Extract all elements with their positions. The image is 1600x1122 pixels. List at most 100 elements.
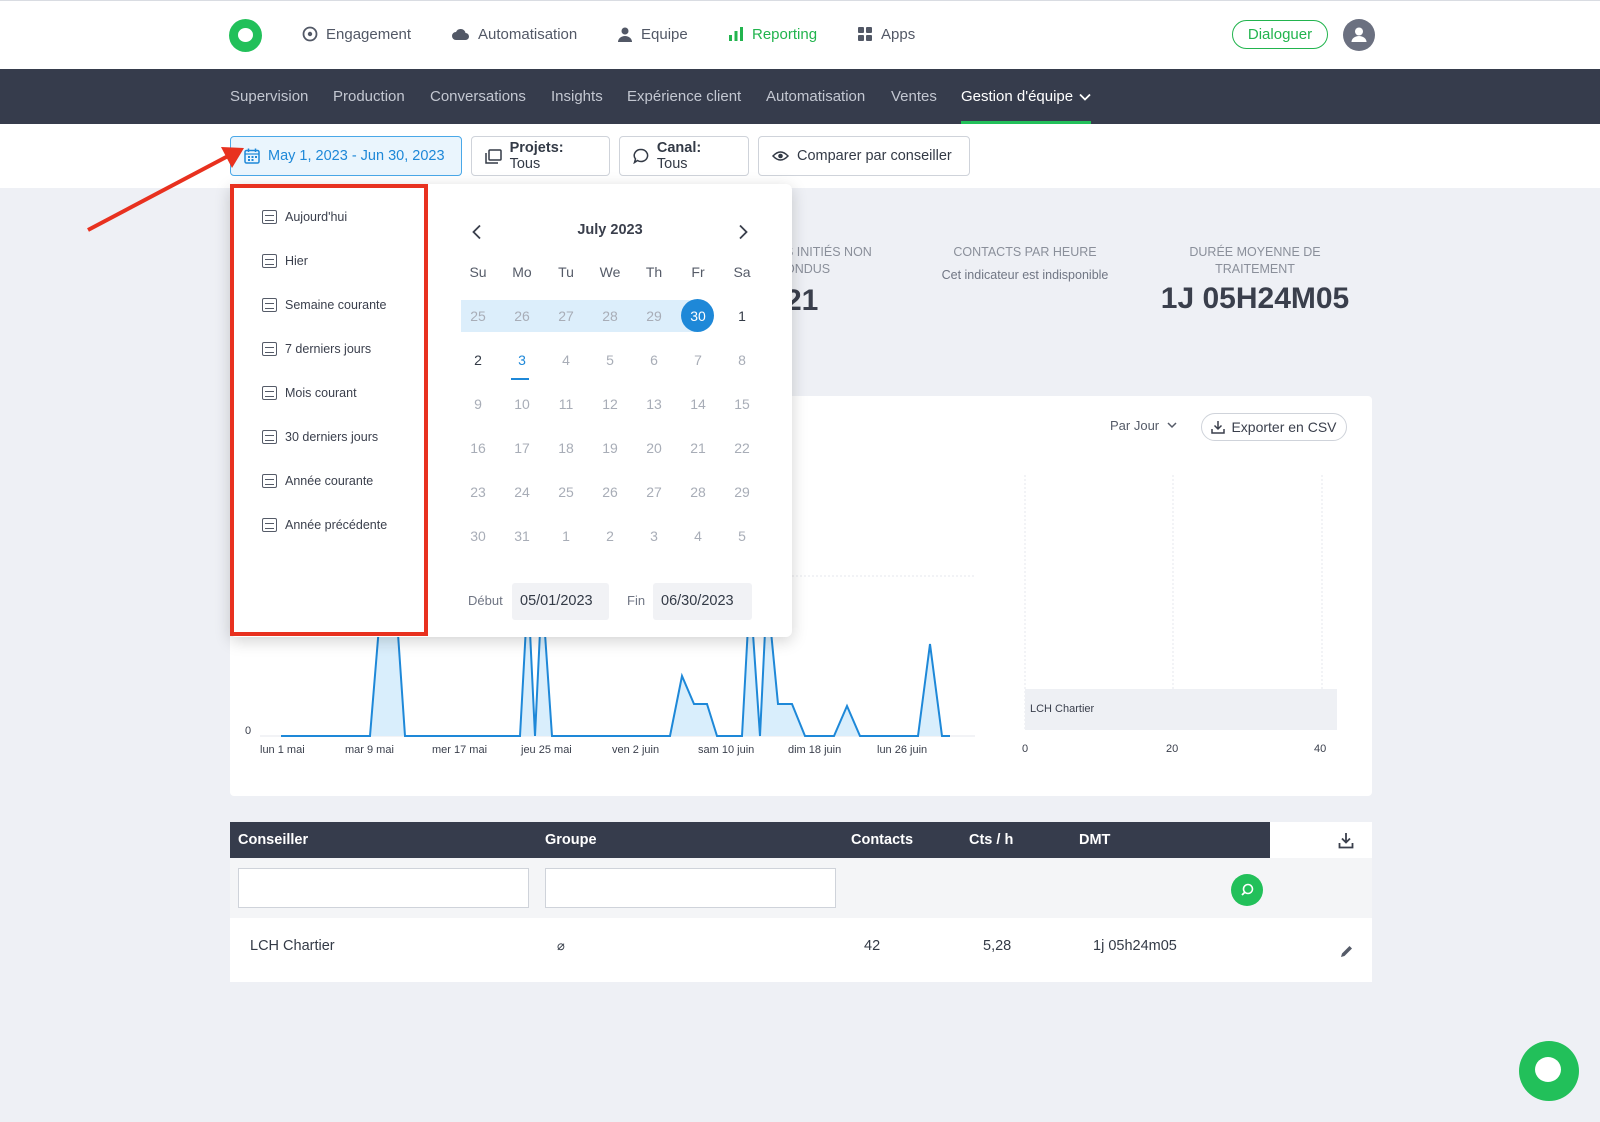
th-groupe[interactable]: Groupe <box>545 822 597 858</box>
stat-dmt-title-line1: DURÉE MOYENNE DE <box>1189 245 1321 259</box>
calendar-day[interactable]: 5 <box>588 344 632 376</box>
th-dmt[interactable]: DMT <box>1079 822 1110 858</box>
subnav-experience-client[interactable]: Expérience client <box>627 69 741 124</box>
preset-current-week[interactable]: Semaine courante <box>262 295 386 315</box>
nav-equipe[interactable]: Equipe <box>617 0 688 68</box>
table-download-icon[interactable] <box>1338 832 1354 849</box>
calendar-day[interactable]: 16 <box>456 432 500 464</box>
subnav-gestion-equipe[interactable]: Gestion d'équipe <box>961 69 1091 124</box>
previous-month-button[interactable] <box>471 224 483 240</box>
nav-automatisation[interactable]: Automatisation <box>452 0 577 68</box>
th-conseiller[interactable]: Conseiller <box>238 822 308 858</box>
calendar-day[interactable]: 9 <box>456 388 500 420</box>
preset-current-month[interactable]: Mois courant <box>262 383 357 403</box>
calendar-day[interactable]: 10 <box>500 388 544 420</box>
subnav-production[interactable]: Production <box>333 69 405 124</box>
calendar-day[interactable]: 29 <box>720 476 764 508</box>
calendar-day[interactable]: 27 <box>544 300 588 332</box>
calendar-day[interactable]: 7 <box>676 344 720 376</box>
date-range-button[interactable]: May 1, 2023 - Jun 30, 2023 <box>230 136 462 176</box>
edit-pencil-icon[interactable] <box>1340 944 1354 958</box>
calendar-day[interactable]: 25 <box>456 300 500 332</box>
calendar-day[interactable]: 15 <box>720 388 764 420</box>
channel-filter-button[interactable]: Canal: Tous <box>619 136 749 176</box>
user-avatar[interactable] <box>1343 19 1375 51</box>
table-search-button[interactable] <box>1231 874 1263 906</box>
calendar-day[interactable]: 5 <box>720 520 764 552</box>
preset-yesterday[interactable]: Hier <box>262 251 308 271</box>
th-contacts[interactable]: Contacts <box>851 822 913 858</box>
calendar-day[interactable]: 19 <box>588 432 632 464</box>
weekday-header: Su <box>469 264 487 280</box>
period-select[interactable]: Par Jour <box>1110 418 1177 433</box>
subnav-automatisation[interactable]: Automatisation <box>766 69 865 124</box>
compare-advisor-button[interactable]: Comparer par conseiller <box>758 136 970 176</box>
calendar-day[interactable]: 30 <box>456 520 500 552</box>
grid-icon <box>858 27 872 41</box>
next-month-button[interactable] <box>737 224 749 240</box>
calendar-day[interactable]: 6 <box>632 344 676 376</box>
projects-filter-button[interactable]: Projets: Tous <box>471 136 610 176</box>
nav-engagement[interactable]: Engagement <box>302 0 411 68</box>
calendar-day[interactable]: 28 <box>676 476 720 508</box>
calendar-day[interactable]: 13 <box>632 388 676 420</box>
calendar-day[interactable]: 18 <box>544 432 588 464</box>
calendar-day[interactable]: 11 <box>544 388 588 420</box>
calendar-day[interactable]: 23 <box>456 476 500 508</box>
nav-reporting[interactable]: Reporting <box>728 0 817 68</box>
nav-apps[interactable]: Apps <box>857 0 915 68</box>
calendar-day[interactable]: 22 <box>720 432 764 464</box>
dialoguer-button[interactable]: Dialoguer <box>1232 20 1328 49</box>
preset-last-7-days[interactable]: 7 derniers jours <box>262 339 371 359</box>
area-x-tick: ven 2 juin <box>612 744 660 756</box>
chat-support-button[interactable] <box>1519 1041 1579 1101</box>
app-logo-icon[interactable] <box>229 19 262 52</box>
groupe-filter-input[interactable] <box>545 868 836 908</box>
subnav-ventes[interactable]: Ventes <box>891 69 937 124</box>
calendar-day[interactable]: 26 <box>500 300 544 332</box>
calendar-day[interactable]: 1 <box>720 300 764 332</box>
calendar-day[interactable]: 8 <box>720 344 764 376</box>
calendar-day[interactable]: 12 <box>588 388 632 420</box>
calendar-day[interactable]: 26 <box>588 476 632 508</box>
calendar-day[interactable]: 2 <box>456 344 500 376</box>
calendar-day[interactable]: 3 <box>500 344 544 376</box>
th-cts-h[interactable]: Cts / h <box>969 822 1013 858</box>
export-csv-button[interactable]: Exporter en CSV <box>1201 413 1347 441</box>
calendar-day[interactable]: 28 <box>588 300 632 332</box>
calendar-day[interactable]: 2 <box>588 520 632 552</box>
cell-conseiller[interactable]: LCH Chartier <box>250 938 335 960</box>
calendar-day[interactable]: 27 <box>632 476 676 508</box>
subnav-supervision[interactable]: Supervision <box>230 69 308 124</box>
preset-label: 7 derniers jours <box>285 342 372 356</box>
calendar-day[interactable]: 20 <box>632 432 676 464</box>
table-download-cell <box>1270 822 1372 858</box>
conseiller-filter-input[interactable] <box>238 868 529 908</box>
calendar-day[interactable]: 24 <box>500 476 544 508</box>
calendar-day[interactable]: 3 <box>632 520 676 552</box>
calendar-day[interactable]: 17 <box>500 432 544 464</box>
calendar-day[interactable]: 21 <box>676 432 720 464</box>
stat-partial-title-line1: S INITIÉS NON <box>785 245 872 259</box>
start-date-input[interactable]: 05/01/2023 <box>512 583 609 620</box>
subnav-gestion-equipe-label: Gestion d'équipe <box>961 88 1074 105</box>
preset-today[interactable]: Aujourd'hui <box>262 207 347 227</box>
preset-last-30-days[interactable]: 30 derniers jours <box>262 427 378 447</box>
calendar-day[interactable]: 25 <box>544 476 588 508</box>
calendar-day[interactable]: 29 <box>632 300 676 332</box>
stat-partial-title: S INITIÉS NON ONDUS <box>785 244 895 278</box>
end-date-input[interactable]: 06/30/2023 <box>653 583 752 620</box>
presets-highlight-box <box>230 184 428 636</box>
calendar-day[interactable]: 31 <box>500 520 544 552</box>
preset-previous-year[interactable]: Année précédente <box>262 515 387 535</box>
subnav-insights[interactable]: Insights <box>551 69 603 124</box>
calendar-day[interactable]: 4 <box>676 520 720 552</box>
download-icon <box>1211 421 1226 434</box>
calendar-day[interactable]: 14 <box>676 388 720 420</box>
preset-current-year[interactable]: Année courante <box>262 471 373 491</box>
calendar-day[interactable]: 4 <box>544 344 588 376</box>
subnav-conversations[interactable]: Conversations <box>430 69 526 124</box>
calendar-day[interactable]: 1 <box>544 520 588 552</box>
calendar-day[interactable]: 30 <box>676 300 720 332</box>
stat-contacts-hour-title: CONTACTS PAR HEURE <box>953 245 1097 259</box>
